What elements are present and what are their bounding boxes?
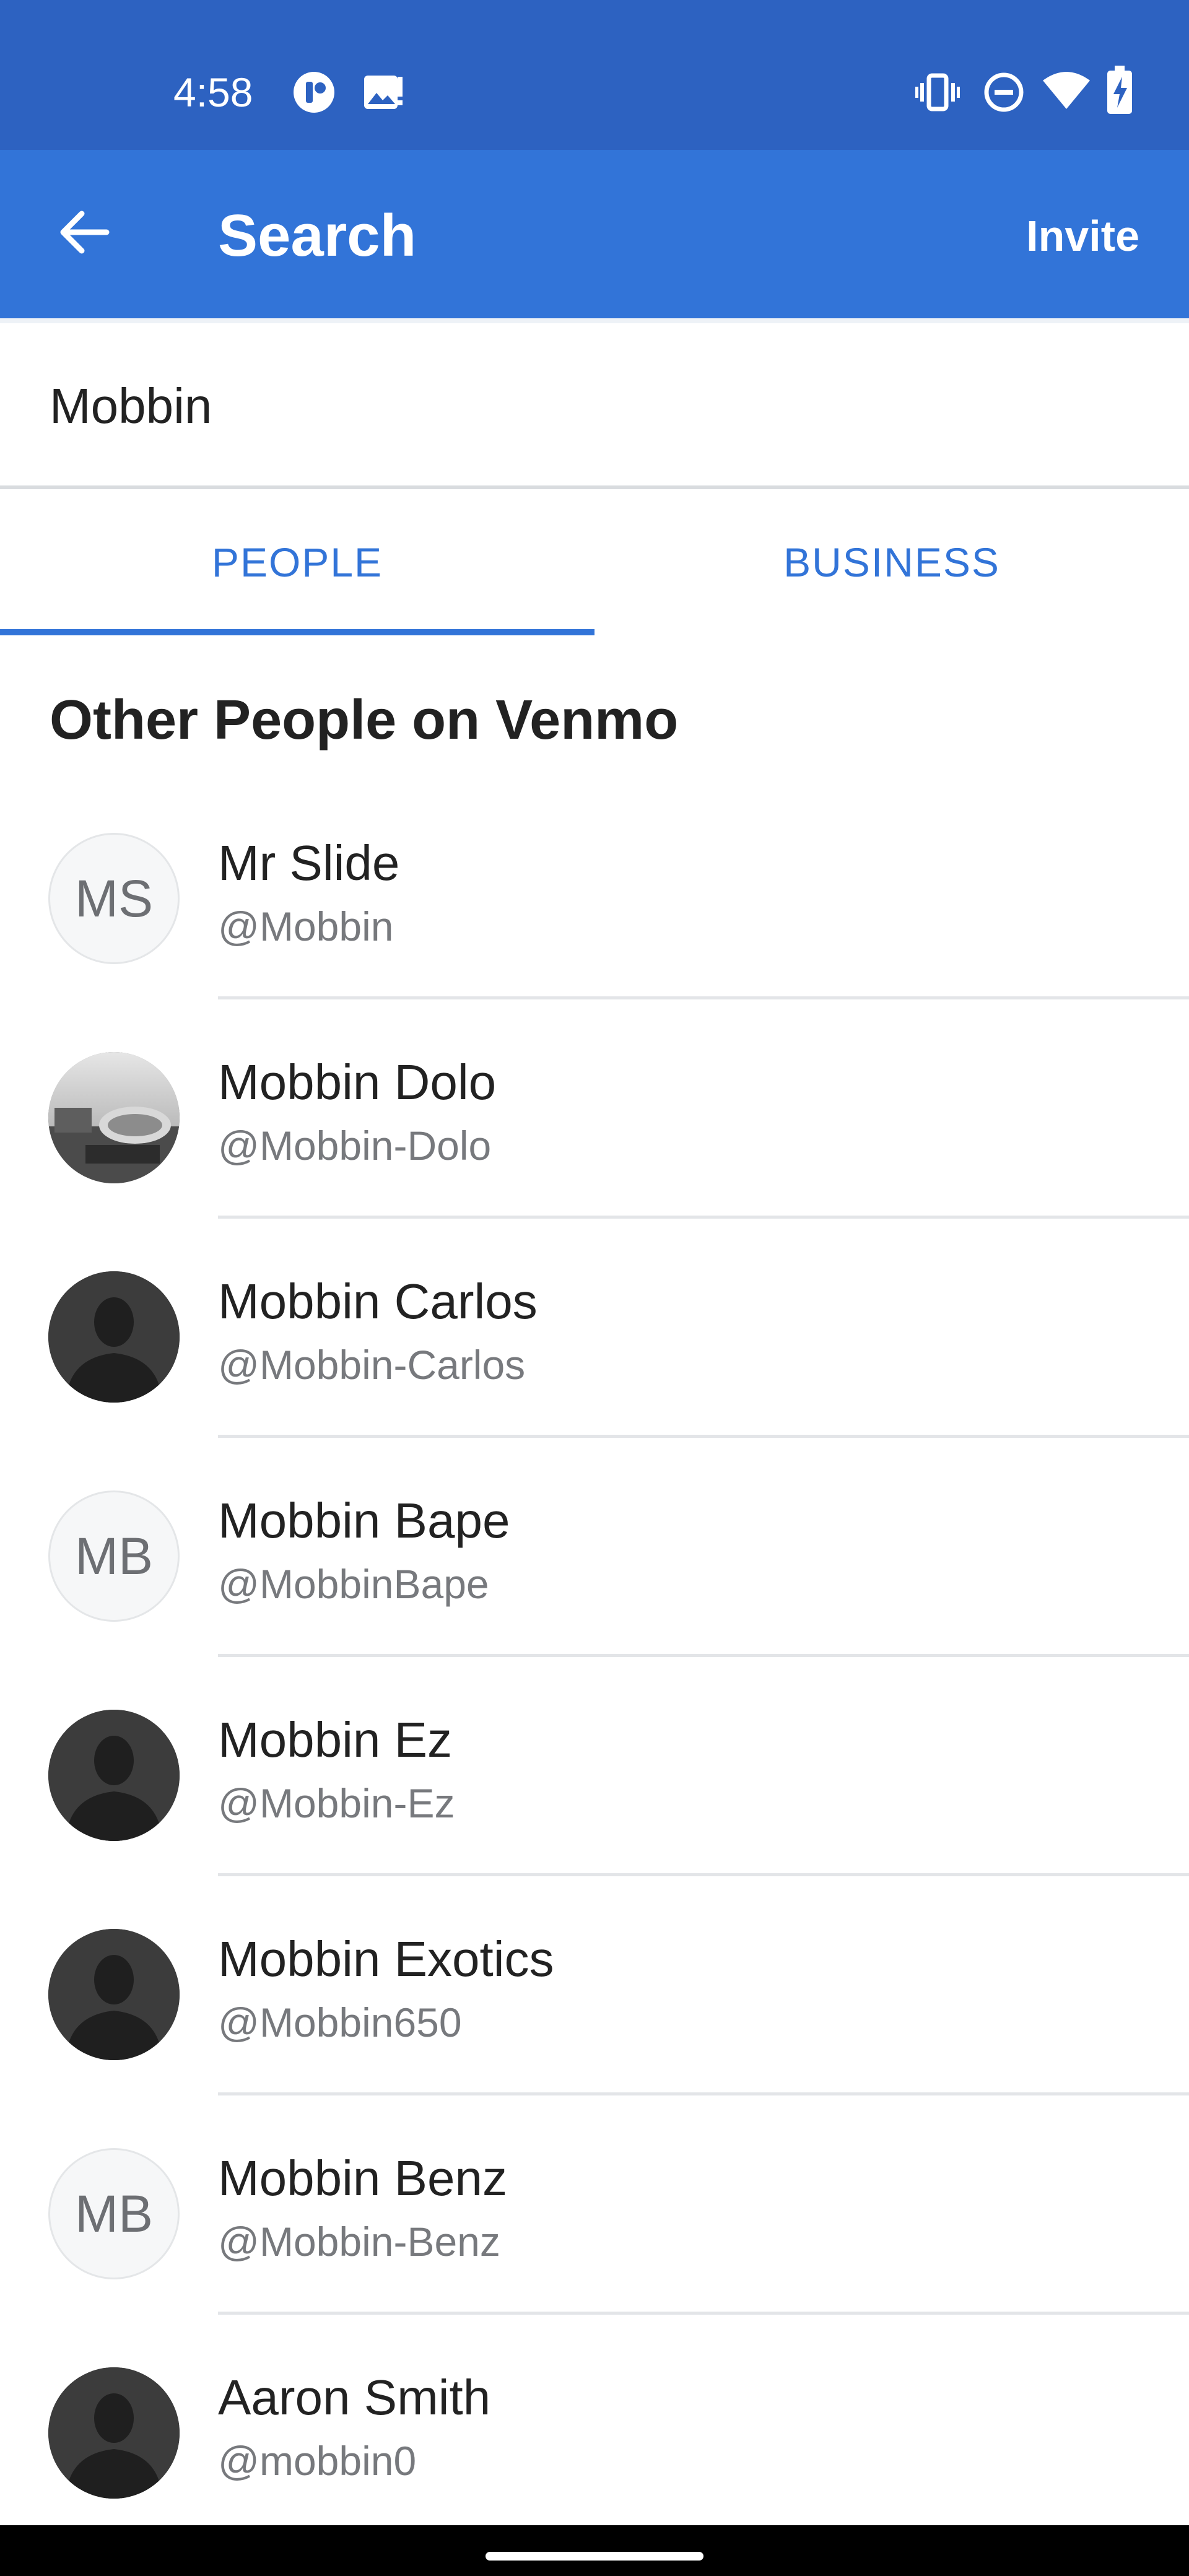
image-alert-icon <box>362 71 405 117</box>
section-title: Other People on Venmo <box>50 689 679 751</box>
result-handle: @Mobbin <box>218 903 394 949</box>
tab-selected-indicator <box>0 629 594 635</box>
result-name: Mobbin Dolo <box>218 1055 497 1110</box>
wifi-icon <box>1042 69 1091 116</box>
avatar-placeholder-icon <box>48 2367 180 2499</box>
result-row[interactable]: Mobbin Ez @Mobbin-Ez <box>0 1657 1189 1876</box>
avatar-photo <box>48 1052 180 1183</box>
status-time: 4:58 <box>173 69 253 115</box>
invite-button[interactable]: Invite <box>1026 209 1139 263</box>
result-row[interactable]: Aaron Smith @mobbin0 <box>0 2315 1189 2534</box>
result-row[interactable]: Mobbin Carlos @Mobbin-Carlos <box>0 1219 1189 1438</box>
result-list: MS Mr Slide @Mobbin Mobbin Dolo @Mobbin-Dolo… <box>0 780 1189 2534</box>
result-handle: @Mobbin-Ez <box>218 1780 455 1826</box>
result-row[interactable]: MB Mobbin Benz @Mobbin-Benz <box>0 2095 1189 2315</box>
avatar-initials: MB <box>48 1490 180 1622</box>
result-row[interactable]: Mobbin Exotics @Mobbin650 <box>0 1876 1189 2095</box>
vibrate-icon <box>915 71 960 117</box>
avatar-placeholder-icon <box>48 1929 180 2060</box>
search-bar <box>0 318 1189 489</box>
navigation-bar <box>0 2525 1189 2576</box>
result-name: Mobbin Carlos <box>218 1274 538 1329</box>
result-name: Mobbin Exotics <box>218 1931 554 1986</box>
result-name: Mobbin Bape <box>218 1493 510 1548</box>
page-title: Search <box>218 202 417 269</box>
home-indicator[interactable] <box>486 2552 703 2561</box>
result-name: Mr Slide <box>218 835 400 890</box>
result-name: Aaron Smith <box>218 2370 491 2425</box>
result-name: Mobbin Benz <box>218 2151 507 2206</box>
result-name: Mobbin Ez <box>218 1712 452 1767</box>
avatar-initials: MB <box>48 2148 180 2279</box>
tab-business[interactable]: BUSINESS <box>594 489 1189 635</box>
do-not-disturb-icon <box>982 71 1026 117</box>
result-row[interactable]: MS Mr Slide @Mobbin <box>0 780 1189 999</box>
app-bar: Search Invite <box>0 150 1189 318</box>
result-handle: @mobbin0 <box>218 2438 417 2484</box>
back-button[interactable] <box>43 193 124 274</box>
result-row[interactable]: MB Mobbin Bape @MobbinBape <box>0 1438 1189 1657</box>
arrow-left-icon <box>57 210 110 258</box>
result-row[interactable]: Mobbin Dolo @Mobbin-Dolo <box>0 999 1189 1219</box>
tab-bar: PEOPLE BUSINESS <box>0 489 1189 635</box>
result-handle: @Mobbin-Dolo <box>218 1123 492 1168</box>
result-handle: @Mobbin650 <box>218 1999 462 2045</box>
tab-people[interactable]: PEOPLE <box>0 489 594 635</box>
notification-app-icon <box>292 71 336 117</box>
status-bar: 4:58 <box>0 0 1189 150</box>
screen: 4:58 Search Invite Mobbin PEOPLE BUSINES… <box>0 0 1189 2576</box>
battery-charging-icon <box>1106 66 1133 118</box>
avatar-placeholder-icon <box>48 1271 180 1403</box>
result-handle: @Mobbin-Benz <box>218 2219 500 2265</box>
result-handle: @MobbinBape <box>218 1561 489 1607</box>
avatar-placeholder-icon <box>48 1710 180 1841</box>
result-handle: @Mobbin-Carlos <box>218 1342 526 1388</box>
search-input[interactable] <box>50 375 1139 437</box>
avatar-initials: MS <box>48 833 180 964</box>
